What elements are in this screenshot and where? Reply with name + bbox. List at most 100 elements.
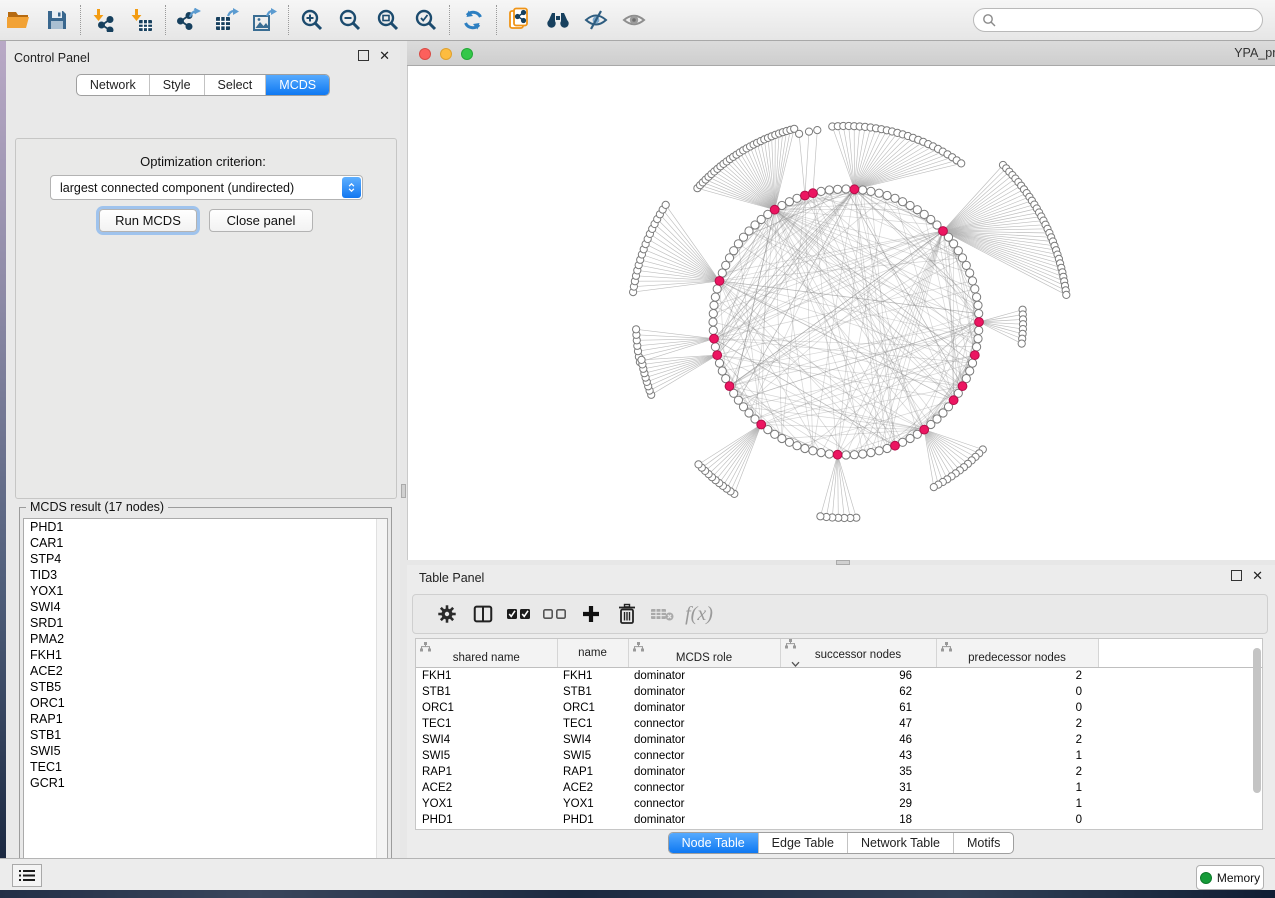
tab-select[interactable]: Select [204, 75, 266, 95]
search-input[interactable] [996, 12, 1254, 28]
cell-shared-name: STB1 [416, 684, 557, 700]
mcds-result-item[interactable]: PMA2 [24, 631, 377, 647]
add-column-button[interactable] [573, 598, 609, 630]
columns-icon [472, 603, 494, 625]
table-row[interactable]: FKH1FKH1dominator962 [416, 668, 1263, 685]
tab-network-table[interactable]: Network Table [847, 833, 953, 853]
table-settings-button[interactable] [429, 598, 465, 630]
network-graph[interactable] [408, 66, 1275, 560]
mcds-result-item[interactable]: PHD1 [24, 519, 377, 535]
table-panel-title: Table Panel [419, 569, 484, 587]
delete-table-button[interactable] [645, 598, 681, 630]
export-image-button[interactable] [246, 3, 284, 37]
run-mcds-button[interactable]: Run MCDS [99, 209, 197, 232]
table-row[interactable]: RAP1RAP1dominator352 [416, 764, 1263, 780]
tab-network[interactable]: Network [77, 75, 149, 95]
column-header-shared-name[interactable]: shared name [416, 639, 557, 668]
close-panel-button[interactable]: Close panel [209, 209, 313, 232]
select-all-button[interactable] [501, 598, 537, 630]
delete-column-button[interactable] [609, 598, 645, 630]
column-header-name[interactable]: name [557, 639, 628, 668]
cell-mcds-role: connector [628, 748, 780, 764]
tab-mcds[interactable]: MCDS [265, 75, 329, 95]
mcds-result-item[interactable]: ORC1 [24, 695, 377, 711]
tab-node-table[interactable]: Node Table [669, 833, 758, 853]
zoom-out-button[interactable] [331, 3, 369, 37]
float-window-icon[interactable] [358, 50, 369, 61]
zoom-fit-button[interactable] [369, 3, 407, 37]
table-row[interactable]: SWI4SWI4dominator462 [416, 732, 1263, 748]
binoculars-icon [545, 8, 571, 32]
export-table-button[interactable] [208, 3, 246, 37]
column-header-predecessor-nodes[interactable]: predecessor nodes [936, 639, 1098, 668]
minimize-window-icon[interactable] [440, 48, 452, 60]
refresh-button[interactable] [454, 3, 492, 37]
mcds-result-item[interactable]: YOX1 [24, 583, 377, 599]
table-row[interactable]: PHD1PHD1dominator180 [416, 812, 1263, 828]
show-panels-menu-button[interactable] [12, 864, 42, 887]
vertical-splitter[interactable] [400, 41, 407, 858]
mcds-result-item[interactable]: CAR1 [24, 535, 377, 551]
cell-successor-nodes: 29 [780, 796, 936, 812]
table-row[interactable]: ACE2ACE2connector311 [416, 780, 1263, 796]
mcds-result-item[interactable]: STP4 [24, 551, 377, 567]
mcds-result-item[interactable]: STB5 [24, 679, 377, 695]
close-panel-icon[interactable]: ✕ [379, 51, 390, 60]
table-row[interactable]: YOX1YOX1connector291 [416, 796, 1263, 812]
zoom-selected-button[interactable] [407, 3, 445, 37]
control-panel-title: Control Panel [14, 49, 90, 67]
column-layout-button[interactable] [465, 598, 501, 630]
cell-filler [1098, 668, 1263, 685]
maximize-window-icon[interactable] [461, 48, 473, 60]
export-network-button[interactable] [170, 3, 208, 37]
mcds-result-item[interactable]: TEC1 [24, 759, 377, 775]
network-view[interactable] [407, 66, 1275, 560]
function-builder-button[interactable]: f(x) [681, 598, 717, 630]
gear-icon [436, 603, 458, 625]
deselect-all-button[interactable] [537, 598, 573, 630]
close-window-icon[interactable] [419, 48, 431, 60]
mcds-result-item[interactable]: FKH1 [24, 647, 377, 663]
mcds-result-item[interactable]: SWI4 [24, 599, 377, 615]
save-icon [45, 8, 69, 32]
table-row[interactable]: ORC1ORC1dominator610 [416, 700, 1263, 716]
mcds-result-item[interactable]: GCR1 [24, 775, 377, 791]
share-document-button[interactable] [501, 3, 539, 37]
close-panel-icon[interactable]: ✕ [1252, 571, 1263, 580]
optimization-criterion-select[interactable]: largest connected component (undirected) [50, 175, 363, 200]
column-header-successor-nodes[interactable]: successor nodes [780, 639, 936, 668]
show-all-button[interactable] [615, 3, 653, 37]
hide-selected-button[interactable] [577, 3, 615, 37]
mcds-result-item[interactable]: RAP1 [24, 711, 377, 727]
save-session-button[interactable] [38, 3, 76, 37]
network-window-titlebar[interactable]: YPA_prune.txt_1 [407, 41, 1275, 66]
float-window-icon[interactable] [1231, 570, 1242, 581]
mcds-result-item[interactable]: SRD1 [24, 615, 377, 631]
table-row[interactable]: STB1STB1dominator620 [416, 684, 1263, 700]
binoculars-button[interactable] [539, 3, 577, 37]
tab-style[interactable]: Style [149, 75, 204, 95]
memory-button[interactable]: Memory [1196, 865, 1264, 890]
import-network-button[interactable] [85, 3, 123, 37]
control-panel-window-icons: ✕ [358, 50, 390, 61]
cell-shared-name: ACE2 [416, 780, 557, 796]
tab-motifs[interactable]: Motifs [953, 833, 1013, 853]
open-file-button[interactable] [0, 3, 38, 37]
import-table-button[interactable] [123, 3, 161, 37]
cell-mcds-role: dominator [628, 812, 780, 828]
export-table-icon [214, 8, 240, 32]
column-header-mcds-role[interactable]: MCDS role [628, 639, 780, 668]
zoom-in-button[interactable] [293, 3, 331, 37]
mcds-result-item[interactable]: STB1 [24, 727, 377, 743]
mcds-list-scrollbar[interactable] [376, 519, 387, 874]
mcds-result-item[interactable]: ACE2 [24, 663, 377, 679]
mcds-result-item[interactable]: SWI5 [24, 743, 377, 759]
table-scrollbar[interactable] [1253, 648, 1261, 793]
tab-edge-table[interactable]: Edge Table [758, 833, 847, 853]
table-row[interactable]: SWI5SWI5connector431 [416, 748, 1263, 764]
cell-mcds-role: dominator [628, 732, 780, 748]
cell-shared-name: SWI4 [416, 732, 557, 748]
table-row[interactable]: TEC1TEC1connector472 [416, 716, 1263, 732]
mcds-result-item[interactable]: TID3 [24, 567, 377, 583]
splitter-handle[interactable] [401, 484, 406, 498]
